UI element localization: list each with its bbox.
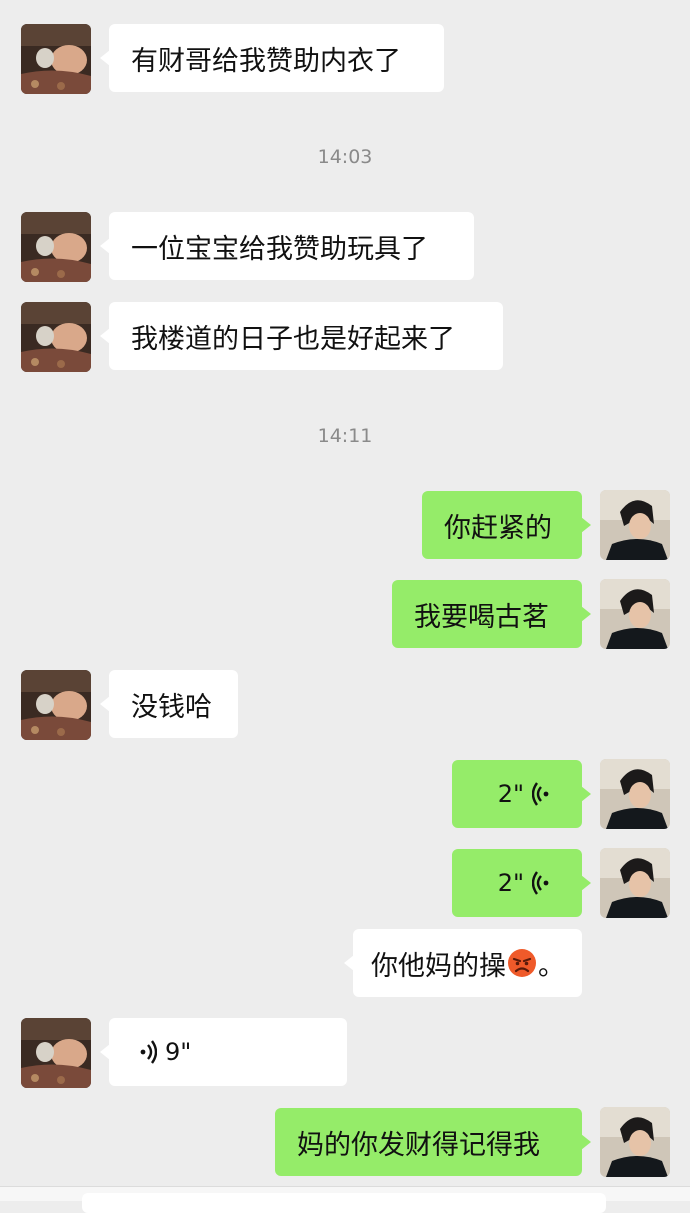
message-text: 一位宝宝给我赞助玩具了 xyxy=(131,233,428,265)
voice-message-incoming[interactable]: 9" xyxy=(100,1018,347,1086)
voice-message-outgoing[interactable]: 2" xyxy=(452,760,591,828)
message-text: 没钱哈 xyxy=(131,691,212,723)
message-bubble-incoming[interactable]: 一位宝宝给我赞助玩具了 xyxy=(100,212,474,280)
message-bubble-outgoing[interactable]: 妈的你发财得记得我 xyxy=(275,1108,591,1176)
my-avatar[interactable] xyxy=(600,848,670,918)
voice-duration: 2" xyxy=(497,869,524,897)
voice-duration: 9" xyxy=(165,1038,192,1066)
message-text: 妈的你发财得记得我 xyxy=(297,1129,540,1161)
message-input[interactable] xyxy=(82,1193,606,1213)
my-avatar[interactable] xyxy=(600,579,670,649)
message-text: 我楼道的日子也是好起来了 xyxy=(131,323,455,355)
chat-area: 有财哥给我赞助内衣了 14:03 一位宝宝给我赞助玩具了 我楼道的日子也是好起来… xyxy=(0,0,690,1200)
my-avatar[interactable] xyxy=(600,1107,670,1177)
message-bubble-outgoing[interactable]: 我要喝古茗 xyxy=(392,580,591,648)
contact-avatar[interactable] xyxy=(21,302,91,372)
voice-message-outgoing[interactable]: 2" xyxy=(452,849,591,917)
my-avatar[interactable] xyxy=(600,759,670,829)
message-text: 有财哥给我赞助内衣了 xyxy=(131,45,401,77)
voice-wave-icon xyxy=(139,1039,157,1065)
message-text: 你赶紧的 xyxy=(444,512,552,544)
message-text-suffix: 。 xyxy=(538,950,565,982)
message-bubble-outgoing-plain[interactable]: 你他妈的操 。 xyxy=(344,929,582,997)
timestamp: 14:11 xyxy=(317,425,373,447)
voice-wave-icon xyxy=(532,781,550,807)
contact-avatar[interactable] xyxy=(21,670,91,740)
message-bubble-incoming[interactable]: 我楼道的日子也是好起来了 xyxy=(100,302,503,370)
contact-avatar[interactable] xyxy=(21,212,91,282)
contact-avatar[interactable] xyxy=(21,24,91,94)
contact-avatar[interactable] xyxy=(21,1018,91,1088)
angry-face-icon xyxy=(507,948,537,978)
message-bubble-incoming[interactable]: 没钱哈 xyxy=(100,670,238,738)
timestamp: 14:03 xyxy=(317,146,373,168)
voice-duration: 2" xyxy=(497,780,524,808)
message-input-bar xyxy=(0,1186,690,1213)
message-text: 你他妈的操 xyxy=(371,950,506,982)
message-bubble-outgoing[interactable]: 你赶紧的 xyxy=(422,491,591,559)
message-bubble-incoming[interactable]: 有财哥给我赞助内衣了 xyxy=(100,24,444,92)
message-text: 我要喝古茗 xyxy=(414,601,549,633)
my-avatar[interactable] xyxy=(600,490,670,560)
voice-wave-icon xyxy=(532,870,550,896)
